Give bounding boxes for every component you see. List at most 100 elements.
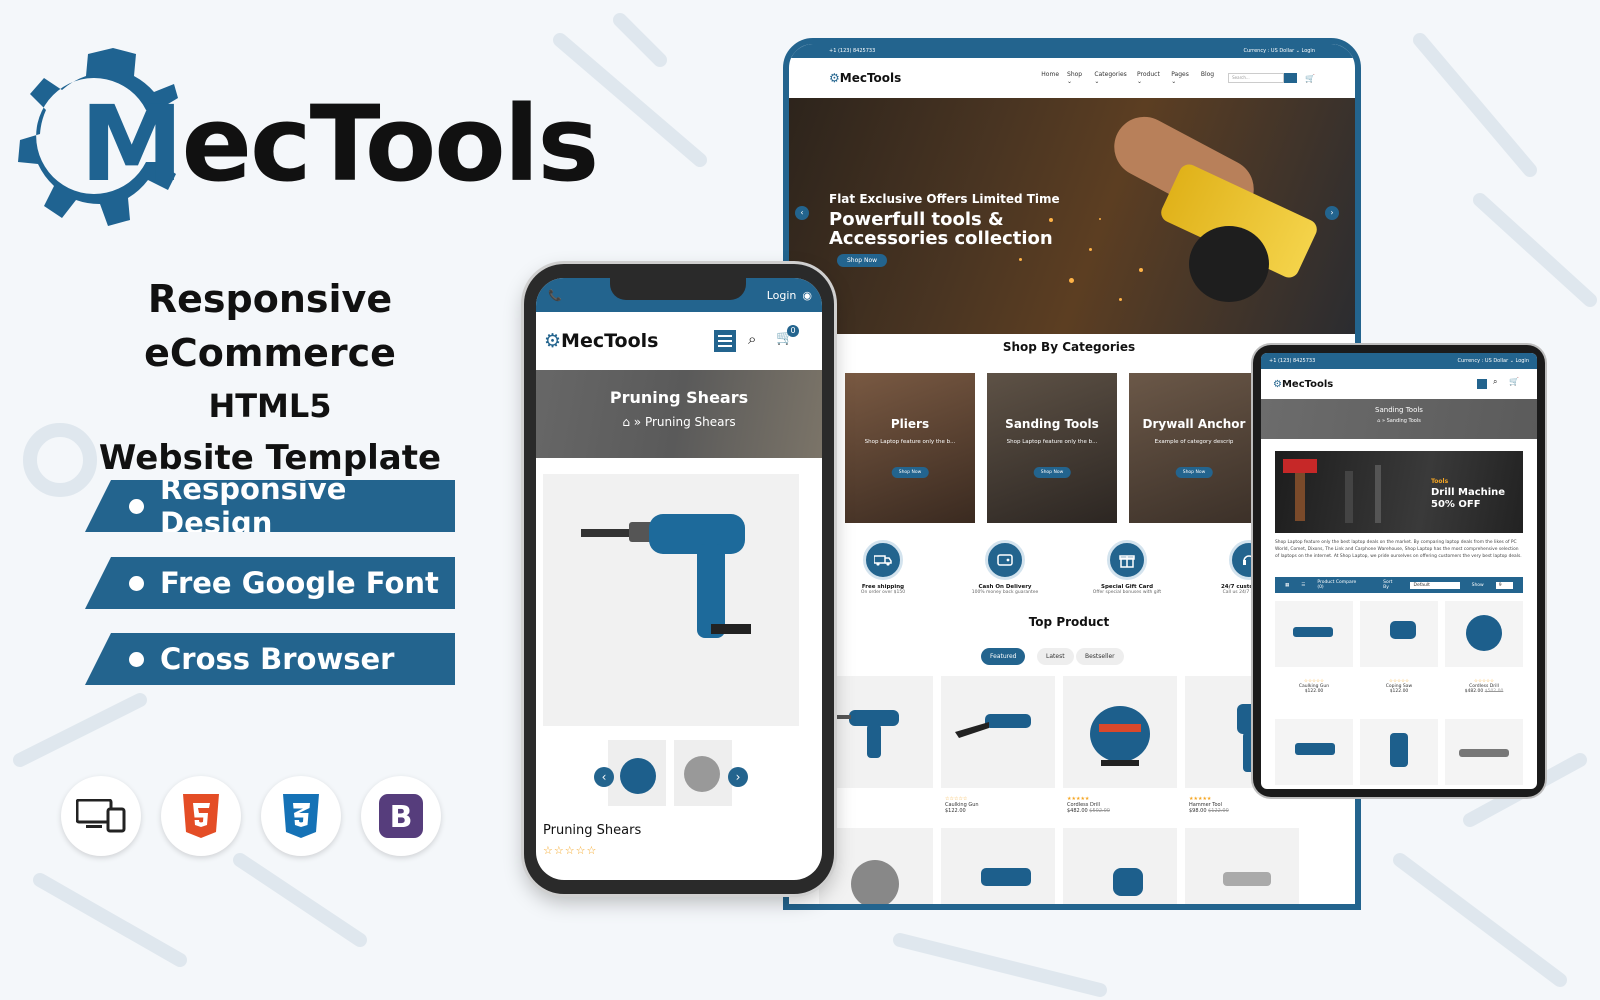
product-meta: ☆☆☆☆☆ Coping Saw $122.00 — [1360, 679, 1438, 694]
product-old-price: $502.00 — [1089, 808, 1110, 814]
thumb-prev-icon[interactable]: ‹ — [594, 767, 614, 787]
phone-logo[interactable]: ⚙ MecTools — [544, 330, 658, 352]
reciprocating-saw-icon — [955, 714, 1031, 738]
menu-item[interactable]: Blog — [1201, 71, 1214, 85]
category-card-drywall-anchor[interactable]: Drywall Anchor Example of category descr… — [1129, 373, 1259, 523]
phone-breadcrumb-banner: Pruning Shears ⌂ » Pruning Shears — [536, 370, 822, 458]
menu-item[interactable]: Pages ⌄ — [1171, 71, 1193, 85]
service-sub: Offer special bonuses with gift — [1092, 590, 1162, 595]
gift-icon — [1107, 540, 1147, 580]
category-desc: Example of category descrip — [1154, 439, 1234, 445]
category-name: Drywall Anchor — [1142, 417, 1246, 431]
hero-shop-now-button[interactable]: Shop Now — [837, 254, 888, 267]
category-banner[interactable]: Tools Drill Machine 50% OFF — [1275, 451, 1523, 533]
cart-icon[interactable]: 🛒 — [1305, 74, 1315, 83]
tab-latest[interactable]: Latest — [1037, 648, 1074, 665]
category-card-pliers[interactable]: Pliers Shop Laptop feature only the b...… — [845, 373, 975, 523]
list-view-icon[interactable]: ☰ — [1301, 583, 1305, 588]
show-select[interactable]: 9 — [1495, 581, 1513, 589]
responsive-devices-icon — [61, 776, 141, 856]
home-icon[interactable]: ⌂ — [622, 415, 630, 429]
tablet-screen: +1 (123) 8425733 Currency : US Dollar ⌄ … — [1261, 353, 1537, 789]
sort-label: Sort By — [1383, 580, 1393, 590]
product-card[interactable] — [941, 828, 1055, 904]
product-price: $482.00 — [1067, 808, 1088, 814]
tab-featured[interactable]: Featured — [981, 648, 1026, 665]
tools-banner-image — [1283, 459, 1381, 523]
service-free-shipping: Free shipping On order over $150 — [823, 540, 943, 595]
search-button[interactable] — [1284, 73, 1298, 83]
product-thumbnail[interactable] — [674, 740, 732, 806]
cart-count-badge: 0 — [787, 325, 799, 337]
home-icon[interactable]: ⌂ — [1377, 418, 1380, 424]
sort-select[interactable]: Default — [1410, 581, 1460, 589]
tablet-logo[interactable]: ⚙ MecTools — [1273, 379, 1333, 390]
phone-icon[interactable]: 📞 — [548, 289, 562, 302]
hero-image-grinder-disc — [1189, 226, 1269, 302]
product-thumbnail[interactable] — [608, 740, 666, 806]
product-card[interactable] — [1360, 719, 1438, 785]
product-card[interactable] — [1275, 601, 1353, 667]
topbar-right[interactable]: Currency : US Dollar ⌄ Login — [1458, 358, 1529, 364]
login-label: Login — [766, 288, 797, 302]
menu-item[interactable]: Home — [1041, 71, 1059, 85]
bullet-dot — [129, 498, 144, 514]
cordless-drill-icon — [1466, 615, 1502, 651]
login-link[interactable]: Login ◉ — [767, 289, 812, 302]
hamburger-menu-icon[interactable] — [1477, 379, 1487, 389]
gear-icon: ⚙ — [544, 330, 562, 352]
topbar-right[interactable]: Currency : US Dollar ⌄ Login — [1244, 48, 1315, 54]
page-title: Pruning Shears — [609, 388, 749, 407]
banner-line1: Drill Machine — [1431, 487, 1506, 498]
phone-logo-text: MecTools — [561, 330, 659, 352]
grid-view-icon[interactable]: ▦ — [1285, 583, 1289, 588]
category-card-sanding-tools[interactable]: Sanding Tools Shop Laptop feature only t… — [987, 373, 1117, 523]
product-meta: ★★★★★ Cordless Drill $482.00 $502.00 — [1067, 796, 1110, 814]
tab-bestseller[interactable]: Bestseller — [1076, 648, 1124, 665]
slider-prev-icon[interactable]: ‹ — [795, 206, 809, 220]
page-title: Sanding Tools — [1375, 406, 1423, 414]
category-shop-now-button[interactable]: Shop Now — [1033, 467, 1071, 478]
product-card[interactable] — [1275, 719, 1353, 785]
menu-item[interactable]: Shop ⌄ — [1067, 71, 1086, 85]
product-main-image[interactable] — [543, 474, 799, 726]
hero-slider: Flat Exclusive Offers Limited Time Power… — [789, 98, 1355, 334]
category-shop-now-button[interactable]: Shop Now — [891, 467, 929, 478]
heat-gun-icon — [1459, 749, 1509, 757]
category-desc: Shop Laptop feature only the b... — [1006, 439, 1098, 445]
search-input[interactable]: Search... — [1228, 73, 1285, 83]
menu-item[interactable]: Product ⌄ — [1137, 71, 1163, 85]
product-meta: ☆☆☆☆☆ Cordless Drill $482.00 $502.00 — [1445, 679, 1523, 694]
product-card[interactable] — [941, 676, 1055, 788]
logo-m: M — [80, 83, 183, 205]
product-card[interactable] — [1445, 719, 1523, 785]
topbar-phone: +1 (123) 8425733 — [1269, 358, 1316, 364]
tablet-mockup: +1 (123) 8425733 Currency : US Dollar ⌄ … — [1253, 345, 1545, 797]
breadcrumb: ⌂ » Sanding Tools — [1377, 418, 1421, 424]
search-icon[interactable]: ⌕ — [1493, 377, 1497, 387]
product-card[interactable] — [1063, 828, 1177, 904]
cart-icon[interactable]: 🛒 — [1509, 377, 1519, 386]
desktop-topbar: +1 (123) 8425733 Currency : US Dollar ⌄ … — [789, 44, 1355, 58]
product-card[interactable] — [1360, 601, 1438, 667]
breadcrumb-current: Sanding Tools — [1386, 418, 1421, 424]
service-sub: 100% money back guarantee — [971, 590, 1039, 595]
product-meta: ☆☆☆☆☆ Caulking Gun $122.00 — [945, 796, 979, 814]
desktop-navbar: ⚙ MecTools Home Shop ⌄ Categories ⌄ Produ… — [789, 58, 1355, 98]
slider-next-icon[interactable]: › — [1325, 206, 1339, 220]
product-compare-link[interactable]: Product Compare (0) — [1317, 580, 1361, 590]
thumb-next-icon[interactable]: › — [728, 767, 748, 787]
desktop-logo[interactable]: ⚙ MecTools — [829, 71, 901, 85]
product-card[interactable] — [1063, 676, 1177, 788]
product-card[interactable] — [819, 828, 933, 904]
menu-item[interactable]: Categories ⌄ — [1094, 71, 1129, 85]
product-card[interactable] — [1185, 828, 1299, 904]
product-card[interactable] — [1445, 601, 1523, 667]
search-icon[interactable]: ⌕ — [748, 330, 756, 348]
caulking-gun-icon — [1293, 627, 1333, 637]
hero-subtitle: Flat Exclusive Offers Limited Time — [829, 192, 1060, 206]
product-card[interactable] — [819, 676, 933, 788]
headline-line3: Website Template — [98, 438, 442, 478]
hamburger-menu-icon[interactable] — [714, 330, 736, 352]
category-shop-now-button[interactable]: Shop Now — [1175, 467, 1213, 478]
